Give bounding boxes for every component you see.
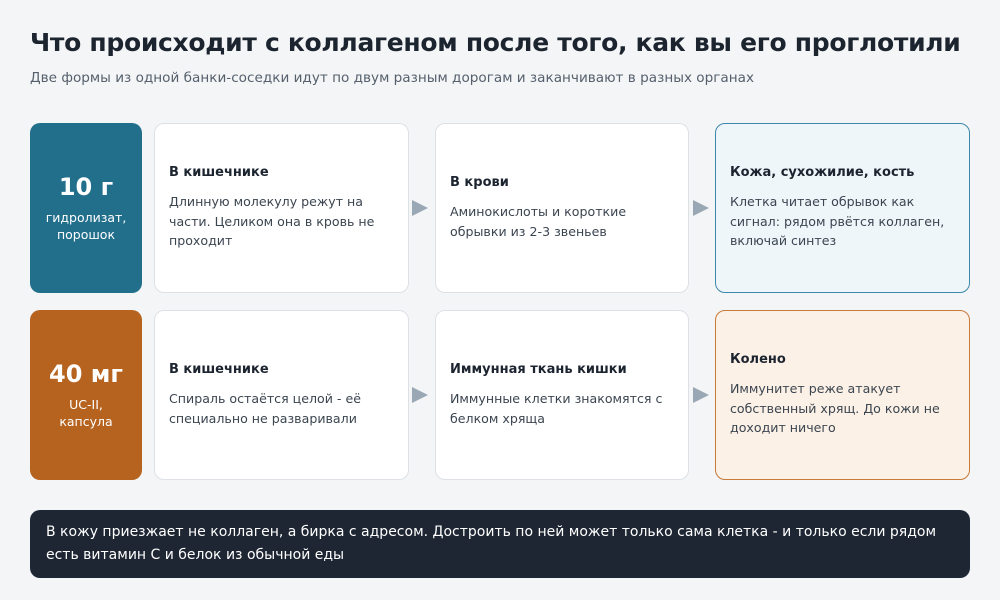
dose-desc-line: капсула xyxy=(59,414,113,429)
step-title: Кожа, сухожилие, кость xyxy=(730,165,915,181)
arrow-right-icon xyxy=(693,387,709,403)
pathway-row-uc2: 40 мг UC-II, капсула В кишечнике Спираль… xyxy=(30,310,970,480)
step-text: Аминокислоты и короткие обрывки из 2-3 з… xyxy=(450,204,627,239)
step-text: Иммунитет реже атакует собственный хрящ.… xyxy=(730,381,940,436)
dose-desc-line: порошок xyxy=(56,227,116,242)
step-title: В кишечнике xyxy=(169,165,269,181)
step-text: Спираль остаётся целой - её специально н… xyxy=(169,391,361,426)
step-text: Иммунные клетки знакомятся с белком хрящ… xyxy=(450,391,663,426)
step-title: Колено xyxy=(730,352,786,368)
step-card-knee: Колено Иммунитет реже атакует собственны… xyxy=(715,310,970,480)
arrow-right-icon xyxy=(693,200,709,216)
step-title: Иммунная ткань кишки xyxy=(450,362,627,377)
step-card-skin-tendon-bone: Кожа, сухожилие, кость Клетка читает обр… xyxy=(715,123,970,293)
step-text: Клетка читает обрывок как сигнал: рядом … xyxy=(730,194,945,249)
step-card-intestine: В кишечнике Спираль остаётся целой - её … xyxy=(154,310,409,480)
dose-description: UC-II, капсула xyxy=(59,396,112,430)
page-title: Что происходит с коллагеном после того, … xyxy=(30,28,961,57)
dose-desc-line: гидролизат, xyxy=(45,210,127,225)
summary-note: В кожу приезжает не коллаген, а бирка с … xyxy=(30,510,970,578)
dose-description: гидролизат, порошок xyxy=(46,209,127,243)
step-title: В крови xyxy=(450,175,509,190)
step-card-blood: В крови Аминокислоты и короткие обрывки … xyxy=(435,123,689,293)
arrow-right-icon xyxy=(412,200,428,216)
dose-amount: 40 мг xyxy=(49,360,123,388)
summary-note-text: В кожу приезжает не коллаген, а бирка с … xyxy=(46,524,937,563)
dose-desc-line: UC-II, xyxy=(69,397,103,412)
step-title: В кишечнике xyxy=(169,362,269,377)
dose-badge-uc2: 40 мг UC-II, капсула xyxy=(30,310,142,480)
dose-amount: 10 г xyxy=(58,173,114,201)
arrow-right-icon xyxy=(412,387,428,403)
dose-badge-hydrolysate: 10 г гидролизат, порошок xyxy=(30,123,142,293)
page-subtitle: Две формы из одной банки-соседки идут по… xyxy=(30,70,754,86)
step-card-intestine: В кишечнике Длинную молекулу режут на ча… xyxy=(154,123,409,293)
step-card-gut-immune-tissue: Иммунная ткань кишки Иммунные клетки зна… xyxy=(435,310,689,480)
pathway-row-hydrolysate: 10 г гидролизат, порошок В кишечнике Дли… xyxy=(30,123,970,293)
step-text: Длинную молекулу режут на части. Целиком… xyxy=(169,194,375,249)
